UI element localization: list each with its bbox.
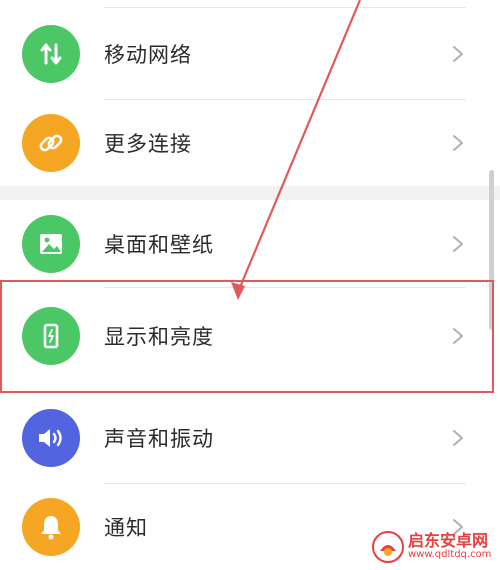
phone-display-icon <box>22 307 80 365</box>
chevron-right-icon <box>453 236 463 252</box>
settings-screen: 移动网络 更多连接 桌面和壁纸 显示和亮度 声音和振动 通知 启东安卓网 www… <box>0 0 500 570</box>
settings-item-mobile-network[interactable]: 移动网络 <box>0 8 500 100</box>
settings-item-label: 通知 <box>104 516 148 540</box>
mobile-network-icon <box>22 25 80 83</box>
link-icon <box>22 114 80 172</box>
settings-item-label: 更多连接 <box>104 132 192 156</box>
watermark-url: www.qdltdq.com <box>408 549 492 561</box>
settings-item-sound-vibration[interactable]: 声音和振动 <box>0 392 500 484</box>
watermark-logo-icon <box>372 531 404 563</box>
settings-item-display-brightness[interactable]: 显示和亮度 <box>0 288 500 384</box>
chevron-right-icon <box>453 135 463 151</box>
watermark-title: 启东安卓网 <box>408 531 489 551</box>
chevron-right-icon <box>453 46 463 62</box>
previous-row-edge <box>0 0 500 8</box>
settings-item-label: 声音和振动 <box>104 427 214 451</box>
settings-item-label: 移动网络 <box>104 43 192 67</box>
image-icon <box>22 215 80 273</box>
scrollbar[interactable] <box>489 170 494 330</box>
settings-item-label: 桌面和壁纸 <box>104 233 214 257</box>
group-separator <box>0 186 500 200</box>
settings-item-wallpaper[interactable]: 桌面和壁纸 <box>0 200 500 288</box>
watermark: 启东安卓网 www.qdltdq.com <box>372 527 500 567</box>
settings-item-label: 显示和亮度 <box>104 325 214 349</box>
chevron-right-icon <box>453 430 463 446</box>
bell-icon <box>22 498 80 556</box>
chevron-right-icon <box>453 328 463 344</box>
speaker-icon <box>22 409 80 467</box>
settings-item-more-connections[interactable]: 更多连接 <box>0 100 500 186</box>
